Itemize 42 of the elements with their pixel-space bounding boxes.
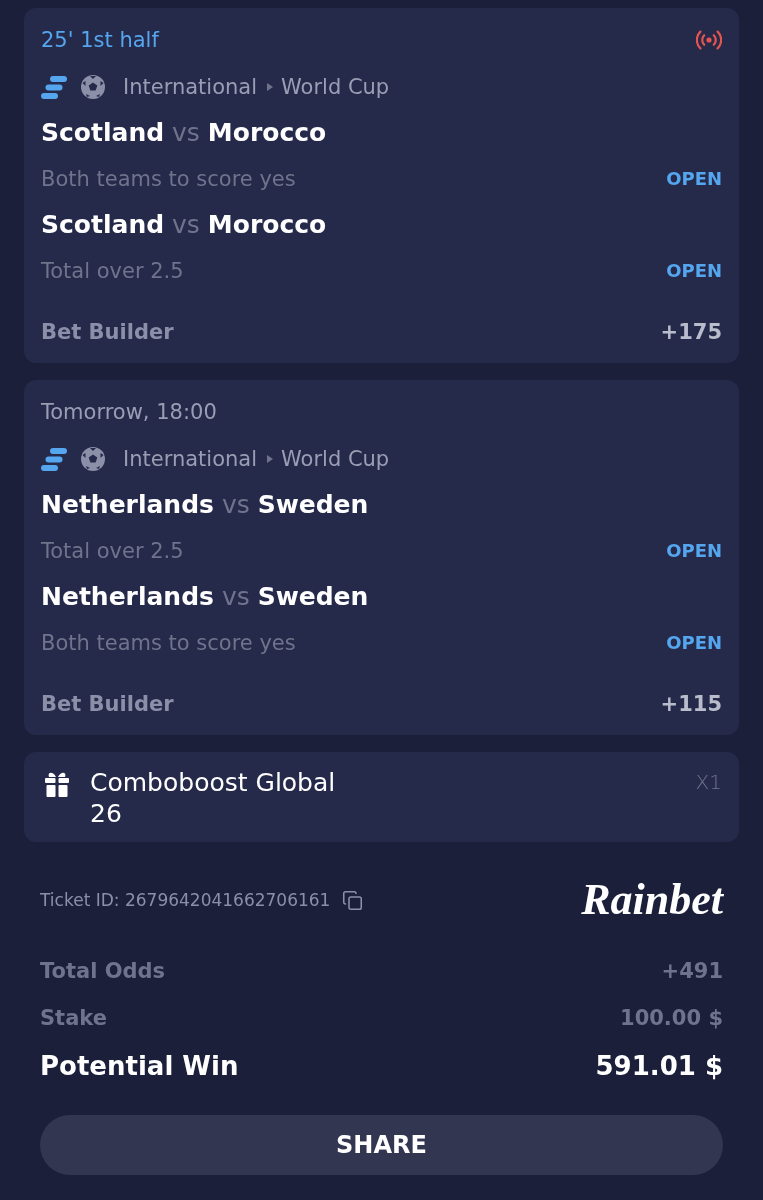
match-title: Scotland vs Morocco [41, 209, 328, 241]
brand-logo: Rainbet [581, 875, 723, 925]
bet-type-label: Bet Builder [41, 319, 174, 346]
summary-value: 100.00 $ [620, 1005, 723, 1032]
market-label: Both teams to score yes [41, 630, 296, 657]
market-label: Both teams to score yes [41, 166, 296, 193]
match-title: Netherlands vs Sweden [41, 489, 370, 521]
bet-type-label: Bet Builder [41, 691, 174, 718]
multiplier-label: X1 [695, 769, 722, 796]
summary-value: 591.01 $ [595, 1050, 723, 1083]
soccer-ball-icon [81, 447, 105, 471]
match-title: Netherlands vs Sweden [41, 581, 370, 613]
caret-icon [267, 455, 274, 463]
match-time: Tomorrow, 18:00 [41, 400, 217, 424]
category-label: International [123, 74, 258, 101]
summary-label: Total Odds [40, 958, 166, 985]
summary-label: Stake [40, 1005, 107, 1032]
competition-label: World Cup [281, 446, 390, 473]
copy-icon[interactable] [342, 889, 364, 911]
ticket-id: Ticket ID: 2679642041662706161 [40, 889, 331, 912]
caret-icon [267, 83, 274, 91]
status-label: OPEN [666, 539, 722, 563]
stripes-icon [41, 75, 67, 99]
stripes-icon [41, 447, 67, 471]
summary-value: +491 [661, 958, 723, 985]
match-time: 25' 1st half [41, 28, 159, 52]
match-title: Scotland vs Morocco [41, 117, 328, 149]
market-label: Total over 2.5 [41, 538, 184, 565]
broadcast-icon [696, 30, 722, 50]
gift-icon [44, 771, 70, 797]
share-button[interactable]: SHARE [40, 1115, 723, 1175]
boost-title: Comboboost Global 26 [90, 767, 337, 829]
soccer-ball-icon [81, 75, 105, 99]
status-label: OPEN [666, 631, 722, 655]
category-label: International [123, 446, 258, 473]
status-label: OPEN [666, 259, 722, 283]
status-label: OPEN [666, 167, 722, 191]
summary-label: Potential Win [40, 1050, 239, 1083]
market-label: Total over 2.5 [41, 258, 184, 285]
odds-value: +115 [660, 691, 722, 718]
competition-label: World Cup [281, 74, 390, 101]
odds-value: +175 [660, 319, 722, 346]
